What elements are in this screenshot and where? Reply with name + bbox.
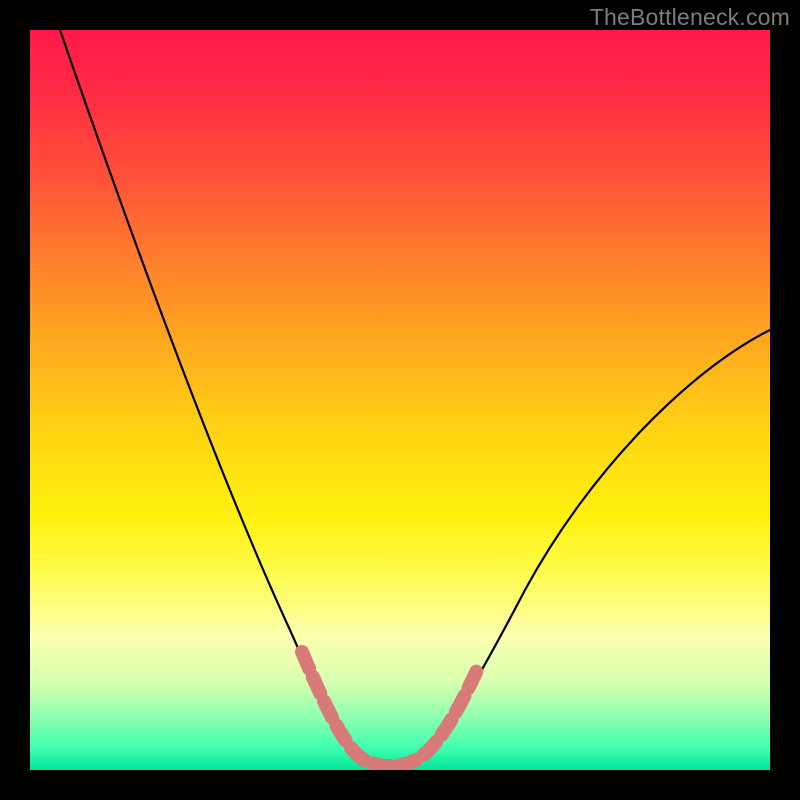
frame: TheBottleneck.com (0, 0, 800, 800)
watermark-text: TheBottleneck.com (590, 4, 790, 31)
plot-area (30, 30, 770, 770)
minimum-marker (302, 652, 478, 766)
bottleneck-curve (60, 30, 770, 766)
curve-svg (30, 30, 770, 770)
